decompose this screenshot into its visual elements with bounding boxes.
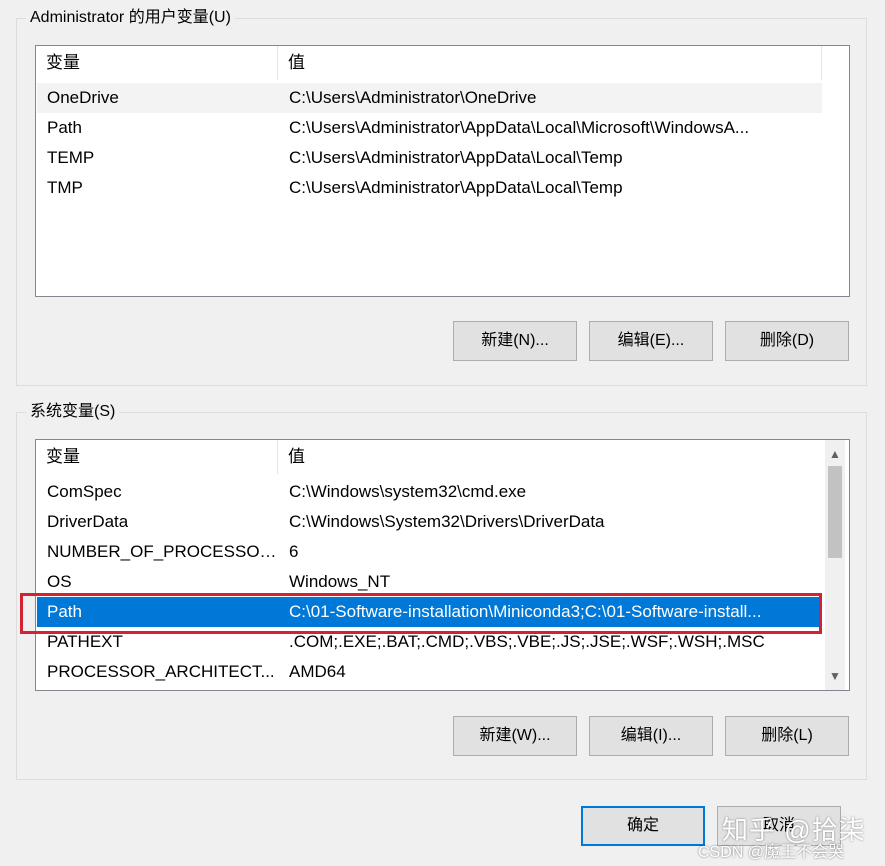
variable-value: Windows_NT	[289, 572, 391, 591]
variable-value: C:\Users\Administrator\OneDrive	[289, 88, 537, 107]
table-row[interactable]: PROCESSOR_ARCHITECT... AMD64	[37, 657, 822, 687]
variable-name: OneDrive	[47, 88, 119, 107]
scroll-thumb[interactable]	[828, 466, 842, 558]
variable-value: C:\Windows\system32\cmd.exe	[289, 482, 527, 501]
variable-name: TMP	[47, 178, 83, 197]
variable-value: C:\Users\Administrator\AppData\Local\Tem…	[289, 178, 623, 197]
scroll-up-icon[interactable]: ▲	[825, 444, 845, 464]
variable-name: Path	[47, 118, 82, 137]
variable-name: PROCESSOR_ARCHITECT...	[47, 662, 275, 681]
table-row[interactable]: PATHEXT .COM;.EXE;.BAT;.CMD;.VBS;.VBE;.J…	[37, 627, 822, 657]
column-header-variable[interactable]: 变量	[36, 46, 278, 80]
system-new-button[interactable]: 新建(W)...	[453, 716, 577, 756]
column-divider[interactable]	[821, 46, 822, 80]
table-row[interactable]: Path C:\Users\Administrator\AppData\Loca…	[37, 113, 822, 143]
variable-value: C:\Users\Administrator\AppData\Local\Mic…	[289, 118, 750, 137]
table-row[interactable]: TEMP C:\Users\Administrator\AppData\Loca…	[37, 143, 822, 173]
user-variables-title: Administrator 的用户变量(U)	[26, 8, 235, 28]
table-row[interactable]: OneDrive C:\Users\Administrator\OneDrive	[37, 83, 822, 113]
user-edit-button[interactable]: 编辑(E)...	[589, 321, 713, 361]
variable-value: C:\Users\Administrator\AppData\Local\Tem…	[289, 148, 623, 167]
vertical-scrollbar[interactable]: ▲ ▼	[825, 440, 845, 690]
column-header-variable[interactable]: 变量	[36, 440, 278, 474]
variable-name: OS	[47, 572, 72, 591]
system-variables-title: 系统变量(S)	[26, 402, 120, 422]
system-delete-button[interactable]: 删除(L)	[725, 716, 849, 756]
table-row[interactable]: ComSpec C:\Windows\system32\cmd.exe	[37, 477, 822, 507]
scroll-down-icon[interactable]: ▼	[825, 666, 845, 686]
variable-name: TEMP	[47, 148, 95, 167]
table-row[interactable]: DriverData C:\Windows\System32\Drivers\D…	[37, 507, 822, 537]
column-header-value[interactable]: 值	[278, 46, 821, 80]
variable-value: 6	[289, 542, 299, 561]
table-row[interactable]: OS Windows_NT	[37, 567, 822, 597]
ok-button[interactable]: 确定	[581, 806, 705, 846]
user-delete-button[interactable]: 删除(D)	[725, 321, 849, 361]
table-row-selected[interactable]: Path C:\01-Software-installation\Minicon…	[37, 597, 822, 627]
table-row[interactable]: TMP C:\Users\Administrator\AppData\Local…	[37, 173, 822, 203]
system-variables-list[interactable]: 变量 值 ComSpec C:\Windows\system32\cmd.exe…	[35, 439, 850, 691]
variable-name: DriverData	[47, 512, 129, 531]
variable-value: AMD64	[289, 662, 346, 681]
watermark-csdn: CSDN @魔王不会哭	[698, 844, 845, 861]
list-header: 变量 值	[36, 440, 825, 474]
variable-name: Path	[47, 602, 82, 621]
variable-name: NUMBER_OF_PROCESSORS	[47, 542, 283, 561]
system-edit-button[interactable]: 编辑(I)...	[589, 716, 713, 756]
user-variables-list[interactable]: 变量 值 OneDrive C:\Users\Administrator\One…	[35, 45, 850, 297]
variable-value: C:\Windows\System32\Drivers\DriverData	[289, 512, 605, 531]
variable-value: .COM;.EXE;.BAT;.CMD;.VBS;.VBE;.JS;.JSE;.…	[289, 632, 765, 651]
list-header: 变量 值	[36, 46, 849, 80]
variable-name: PATHEXT	[47, 632, 123, 651]
variable-value: C:\01-Software-installation\Miniconda3;C…	[289, 602, 762, 621]
variable-name: ComSpec	[47, 482, 122, 501]
column-header-value[interactable]: 值	[278, 440, 821, 474]
table-row[interactable]: NUMBER_OF_PROCESSORS 6	[37, 537, 822, 567]
user-new-button[interactable]: 新建(N)...	[453, 321, 577, 361]
